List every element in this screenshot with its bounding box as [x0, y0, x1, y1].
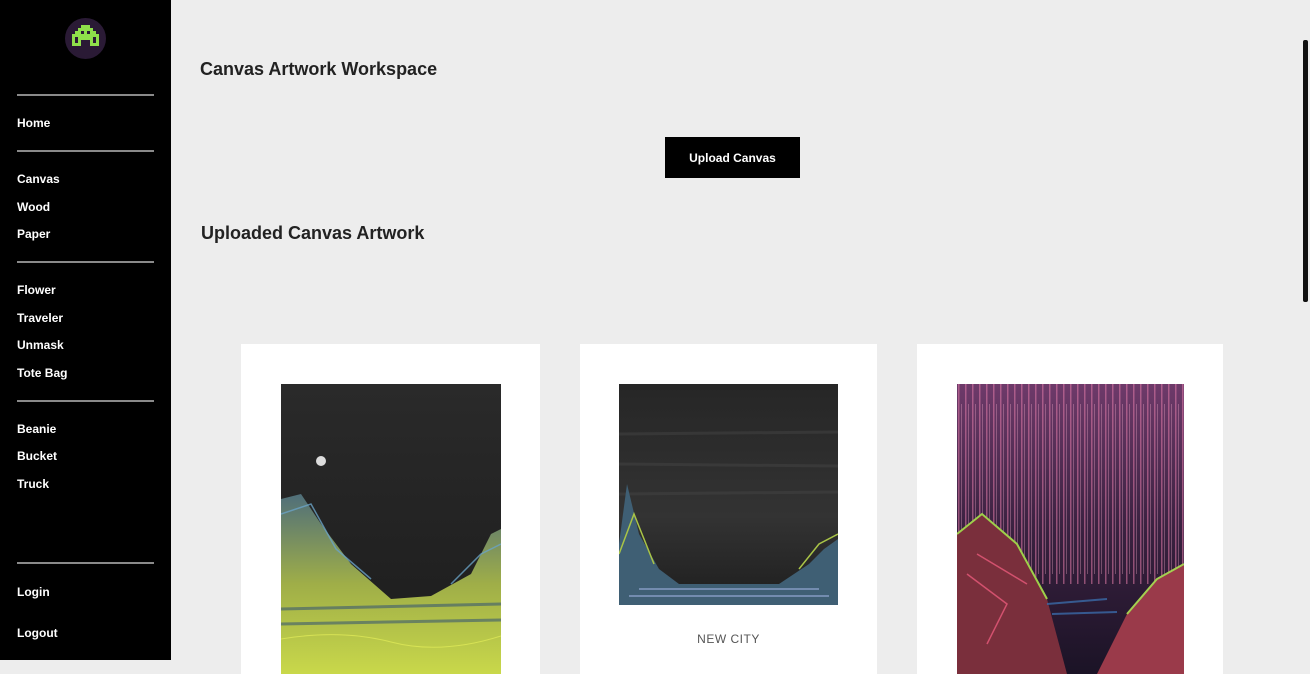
sidebar-divider: [17, 562, 154, 564]
artwork-image[interactable]: [281, 384, 501, 674]
sidebar-item-bucket[interactable]: Bucket: [17, 449, 57, 463]
alien-invader-icon: [72, 25, 99, 46]
artwork-image[interactable]: [957, 384, 1184, 674]
artwork-card[interactable]: [917, 344, 1223, 674]
sidebar-divider: [17, 150, 154, 152]
artwork-pink-rain: [957, 384, 1184, 674]
page-title: Canvas Artwork Workspace: [200, 59, 438, 79]
sidebar-item-login[interactable]: Login: [17, 585, 50, 599]
artwork-label: NEW CITY: [697, 632, 760, 646]
sidebar-divider: [17, 261, 154, 263]
logo[interactable]: [65, 18, 106, 59]
sidebar-item-tote-bag[interactable]: Tote Bag: [17, 366, 67, 380]
sidebar-divider: [17, 400, 154, 402]
artwork-card[interactable]: NEW CITY: [580, 344, 877, 674]
sidebar-item-logout[interactable]: Logout: [17, 626, 58, 640]
upload-canvas-button[interactable]: Upload Canvas: [665, 137, 800, 178]
artwork-new-city: [619, 384, 838, 605]
artwork-card[interactable]: [241, 344, 540, 674]
sidebar-item-home[interactable]: Home: [17, 116, 50, 130]
sidebar-item-canvas[interactable]: Canvas: [17, 172, 60, 186]
sidebar-divider: [17, 94, 154, 96]
sidebar-item-wood[interactable]: Wood: [17, 200, 50, 214]
sidebar-item-traveler[interactable]: Traveler: [17, 311, 63, 325]
sidebar-item-unmask[interactable]: Unmask: [17, 338, 64, 352]
sidebar: Home Canvas Wood Paper Flower Traveler U…: [0, 0, 171, 660]
sidebar-item-flower[interactable]: Flower: [17, 283, 56, 297]
sidebar-item-beanie[interactable]: Beanie: [17, 422, 56, 436]
artwork-image[interactable]: [619, 384, 838, 605]
section-title: Uploaded Canvas Artwork: [201, 223, 425, 243]
artwork-night-valley: [281, 384, 501, 674]
sidebar-item-paper[interactable]: Paper: [17, 227, 50, 241]
sidebar-item-truck[interactable]: Truck: [17, 477, 49, 491]
scrollbar[interactable]: [1303, 40, 1308, 302]
